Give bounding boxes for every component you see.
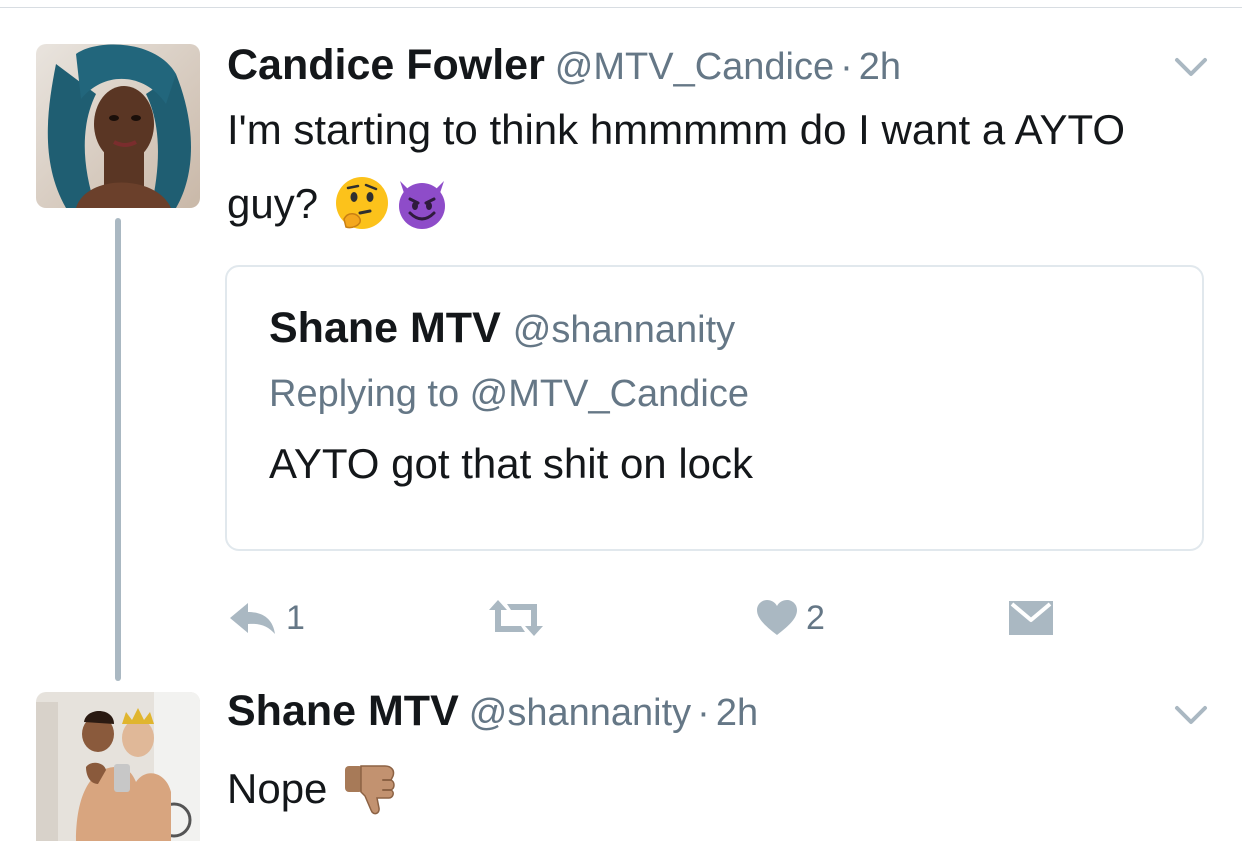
tweet-header: Shane MTV @shannanity · 2h: [227, 690, 758, 733]
tweet-text: I'm starting to think hmmmmm do I want a…: [227, 93, 1217, 241]
like-button[interactable]: 2: [756, 595, 825, 641]
tweet-timestamp[interactable]: 2h: [716, 692, 758, 734]
like-count: 2: [806, 599, 825, 637]
heart-icon: [757, 600, 797, 635]
chevron-down-icon[interactable]: [1171, 700, 1211, 728]
author-name[interactable]: Shane MTV: [227, 687, 459, 735]
tweet-header: Candice Fowler @MTV_Candice · 2h: [227, 44, 901, 87]
quoted-replying-to: Replying to @MTV_Candice: [269, 373, 750, 415]
direct-message-button[interactable]: [1008, 595, 1054, 641]
author-handle[interactable]: @shannanity: [469, 692, 691, 734]
thread-connector-line: [115, 218, 121, 681]
thumbs-down-icon: [343, 760, 399, 816]
separator-dot: ·: [840, 46, 853, 88]
quoted-tweet-header: Shane MTV @shannanity: [269, 307, 735, 350]
author-name[interactable]: Candice Fowler: [227, 41, 545, 89]
tweet-text: Nope: [227, 752, 1217, 826]
tweet-body: Nope: [227, 765, 328, 812]
avatar-shane-image: [36, 692, 200, 841]
retweet-icon: [489, 600, 543, 636]
quoted-author-handle: @shannanity: [512, 309, 736, 351]
tweet-timestamp[interactable]: 2h: [859, 46, 901, 88]
reply-icon: [230, 603, 275, 634]
quoted-tweet-text: AYTO got that shit on lock: [269, 440, 754, 487]
quoted-tweet[interactable]: Shane MTV @shannanity Replying to @MTV_Ca…: [225, 265, 1204, 551]
avatar-candice[interactable]: [36, 44, 200, 208]
author-handle[interactable]: @MTV_Candice: [555, 46, 834, 88]
reply-button[interactable]: 1: [228, 595, 305, 641]
avatar-candice-image: [36, 44, 200, 208]
reply-count: 1: [286, 599, 305, 637]
top-divider: [0, 7, 1242, 8]
chevron-down-icon[interactable]: [1171, 52, 1211, 80]
envelope-icon: [1009, 601, 1053, 635]
smiling-imp-icon: [394, 175, 450, 231]
avatar-shane[interactable]: [36, 692, 200, 841]
retweet-button[interactable]: [487, 595, 553, 641]
quoted-author-name: Shane MTV: [269, 304, 501, 352]
separator-dot: ·: [697, 692, 710, 734]
thinking-face-icon: [334, 175, 390, 231]
